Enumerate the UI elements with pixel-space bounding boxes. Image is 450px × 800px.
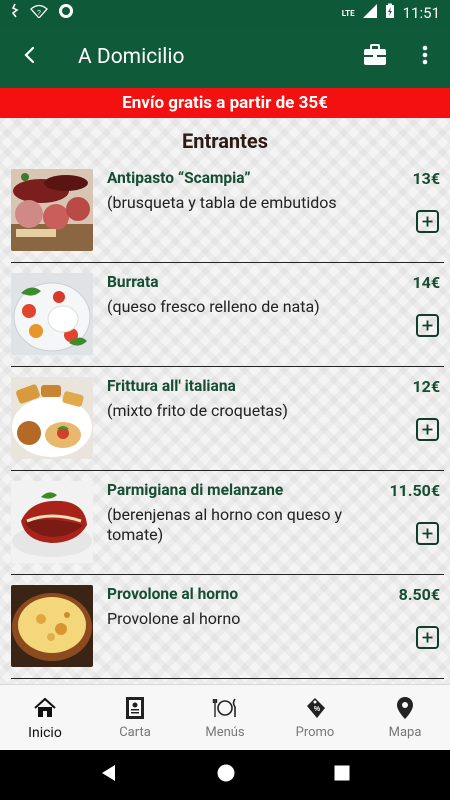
free-shipping-banner: Envío gratis a partir de 35€	[0, 88, 450, 118]
menu-content[interactable]: Entrantes Antipasto “Scampia” (brusqueta…	[0, 118, 450, 684]
recents-square-icon[interactable]	[334, 765, 350, 785]
item-price: 13€	[412, 169, 440, 188]
wifi-icon: ?	[30, 4, 48, 22]
item-photo	[11, 377, 93, 459]
orders-button[interactable]	[350, 26, 400, 88]
add-to-cart-button[interactable]	[416, 314, 439, 337]
item-name: Burrata	[107, 273, 159, 291]
item-description: (berenjenas al horno con queso y tomate)	[107, 505, 343, 544]
add-to-cart-button[interactable]	[416, 418, 439, 441]
nav-label: Inicio	[28, 725, 62, 741]
item-price: 14€	[412, 273, 440, 292]
system-navigation-bar	[0, 750, 450, 800]
sync-circle-icon	[58, 3, 74, 23]
item-description: (brusqueta y tabla de embutidos	[107, 193, 337, 212]
item-name: Frittura all' italiana	[107, 377, 236, 395]
chevron-left-icon	[23, 46, 37, 68]
home-circle-icon[interactable]	[217, 764, 235, 786]
plus-icon	[422, 420, 433, 439]
add-to-cart-button[interactable]	[416, 210, 439, 233]
svg-text:%: %	[314, 706, 321, 713]
nav-label: Promo	[295, 725, 335, 740]
item-price: 8.50€	[398, 585, 440, 604]
back-button[interactable]	[0, 26, 60, 88]
item-price: 12€	[412, 377, 440, 396]
nav-label: Carta	[119, 725, 151, 740]
item-photo	[11, 169, 93, 251]
page-title: A Domicilio	[78, 45, 185, 69]
back-triangle-icon[interactable]	[100, 764, 118, 786]
menu-item[interactable]: Frittura all' italiana (mixto frito de c…	[0, 367, 450, 471]
menu-item[interactable]: Antipasto “Scampia” (brusqueta y tabla d…	[0, 159, 450, 263]
menu-item[interactable]: Burrata (queso fresco relleno de nata) 1…	[0, 263, 450, 367]
nav-label: Menús	[205, 725, 245, 740]
app-bar: A Domicilio	[0, 26, 450, 88]
network-type: LTE	[341, 8, 355, 18]
briefcase-icon	[363, 44, 387, 70]
item-photo	[11, 273, 93, 355]
item-description: (queso fresco relleno de nata)	[107, 297, 320, 316]
nav-carta[interactable]: Carta	[90, 685, 180, 750]
more-vert-icon	[422, 45, 428, 69]
plus-icon	[422, 212, 433, 231]
item-price: 11.50€	[389, 481, 440, 500]
map-pin-icon	[396, 696, 414, 720]
plus-icon	[422, 316, 433, 335]
item-photo	[11, 481, 93, 563]
signal-icon	[362, 4, 377, 22]
nav-promo[interactable]: % Promo	[270, 685, 360, 750]
promo-tag-icon: %	[303, 696, 327, 720]
more-options-button[interactable]	[400, 26, 450, 88]
menu-item[interactable]: Provolone al horno Provolone al horno 8.…	[0, 575, 450, 679]
menu-item[interactable]: Parmigiana di melanzane (berenjenas al h…	[0, 471, 450, 575]
svg-text:?: ?	[37, 10, 41, 17]
plus-icon	[422, 524, 433, 543]
plate-cutlery-icon	[212, 696, 238, 720]
item-divider	[11, 678, 444, 679]
item-description: Provolone al horno	[107, 609, 241, 628]
nav-mapa[interactable]: Mapa	[360, 685, 450, 750]
add-to-cart-button[interactable]	[416, 626, 439, 649]
battery-charging-icon	[385, 3, 395, 23]
section-title: Entrantes	[182, 129, 268, 153]
nav-label: Mapa	[388, 725, 422, 740]
nav-menus[interactable]: Menús	[180, 685, 270, 750]
add-to-cart-button[interactable]	[416, 522, 439, 545]
notification-icon	[10, 3, 20, 23]
status-bar: ? LTE 11:51	[0, 0, 450, 26]
nav-inicio[interactable]: Inicio	[0, 685, 90, 750]
plus-icon	[422, 628, 433, 647]
item-description: (mixto frito de croquetas)	[107, 401, 288, 420]
item-name: Parmigiana di melanzane	[107, 481, 284, 499]
item-name: Antipasto “Scampia”	[107, 169, 251, 187]
item-photo	[11, 585, 93, 667]
home-icon	[33, 696, 57, 720]
bottom-navigation: Inicio Carta Menús % Promo Mapa	[0, 684, 450, 750]
menu-card-icon	[125, 696, 145, 720]
item-name: Provolone al horno	[107, 585, 239, 603]
status-time: 11:51	[402, 4, 440, 22]
